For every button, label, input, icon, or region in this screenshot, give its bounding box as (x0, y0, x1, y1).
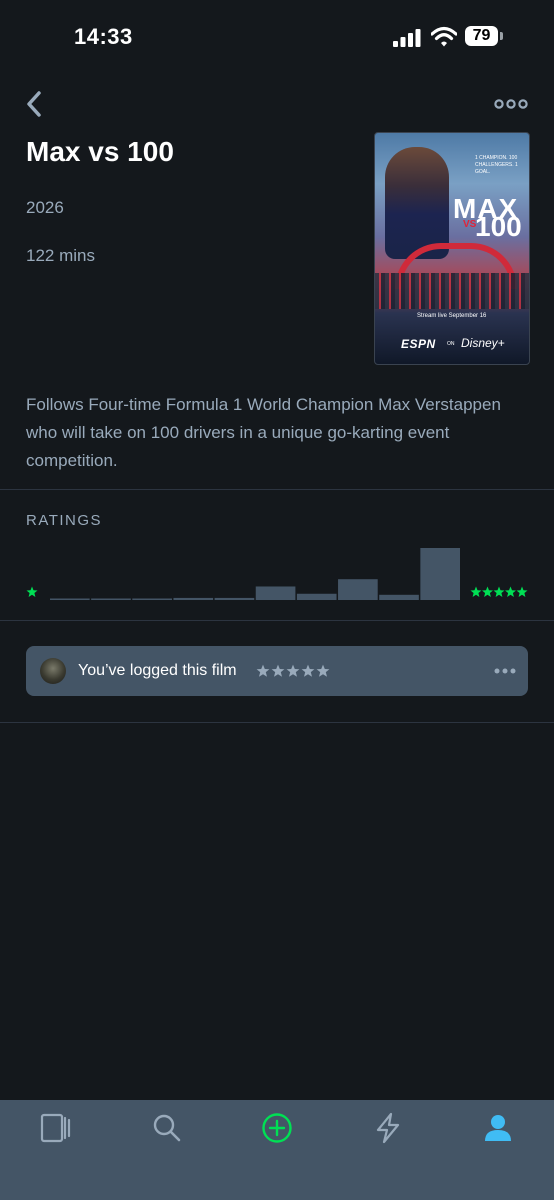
divider (0, 489, 554, 490)
poster-stream-date: Stream live September 16 (417, 313, 487, 319)
histogram-bar[interactable] (338, 579, 378, 600)
tab-bar (0, 1100, 554, 1200)
five-stars-icon (470, 586, 528, 597)
film-year[interactable]: 2026 (26, 198, 64, 218)
histogram-bar[interactable] (214, 597, 255, 600)
poster-on-text: ON (447, 341, 455, 347)
poster-disney-logo: Disney+ (461, 336, 505, 350)
film-title: Max vs 100 (26, 136, 174, 167)
poster-espn-logo: ESPN (401, 337, 436, 351)
lightning-icon[interactable] (372, 1112, 404, 1144)
battery-level: 79 (465, 26, 498, 46)
more-options-icon[interactable] (494, 96, 528, 112)
histogram-bar[interactable] (173, 597, 214, 600)
histogram-bar[interactable] (50, 598, 90, 601)
histogram-bar[interactable] (296, 593, 337, 600)
wifi-icon (431, 26, 457, 47)
film-runtime: 122 mins (26, 246, 95, 265)
poster-title-100: 100 (475, 211, 522, 242)
film-poster[interactable]: 1 CHAMPION. 100 CHALLENGERS. 1 GOAL. MAX… (374, 132, 530, 365)
poster-karts (375, 273, 529, 309)
divider (0, 722, 554, 723)
film-synopsis[interactable]: Follows Four-time Formula 1 World Champi… (26, 391, 526, 475)
log-more-icon[interactable] (494, 666, 516, 676)
cellular-signal-icon (393, 29, 421, 47)
logged-text: You’ve logged this film (78, 662, 237, 679)
film-icon[interactable] (40, 1112, 72, 1144)
logged-film-panel[interactable]: You’ve logged this film (26, 646, 528, 696)
ratings-heading: RATINGS (26, 512, 103, 529)
poster-tagline: 1 CHAMPION. 100 CHALLENGERS. 1 GOAL. (475, 155, 518, 175)
histogram-bar[interactable] (132, 598, 172, 601)
histogram-bar[interactable] (91, 598, 131, 601)
one-star-icon (26, 586, 38, 597)
battery-icon: 79 (465, 26, 505, 48)
divider (0, 620, 554, 621)
histogram-bar[interactable] (420, 548, 460, 600)
ratings-histogram[interactable] (50, 540, 460, 600)
search-icon[interactable] (151, 1112, 183, 1144)
person-icon[interactable] (482, 1112, 514, 1144)
plus-circle-icon[interactable] (261, 1112, 293, 1144)
status-time: 14:33 (74, 24, 133, 49)
histogram-bar[interactable] (255, 586, 296, 600)
back-chevron-icon[interactable] (22, 88, 48, 120)
histogram-bar[interactable] (379, 594, 419, 600)
user-rating-stars-icon (256, 664, 330, 677)
avatar (40, 658, 66, 684)
